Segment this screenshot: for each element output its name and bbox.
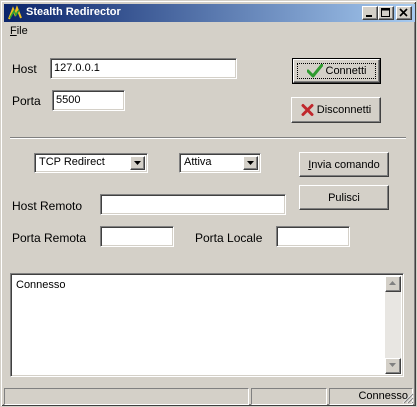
resize-grip-icon[interactable] bbox=[402, 392, 414, 404]
separator bbox=[10, 137, 406, 139]
mode-select-dropdown-button[interactable] bbox=[130, 156, 145, 170]
mode-select[interactable]: TCP Redirect bbox=[34, 153, 148, 173]
close-icon bbox=[399, 8, 408, 17]
status-bar: Connesso bbox=[4, 386, 415, 405]
connect-label: Connetti bbox=[325, 64, 367, 77]
maximize-icon bbox=[381, 8, 390, 17]
connect-button-content: Connetti bbox=[294, 63, 379, 78]
remote-host-field[interactable] bbox=[100, 194, 286, 215]
send-command-button[interactable]: Invia comando bbox=[299, 152, 389, 177]
local-port-label: Porta Locale bbox=[195, 231, 263, 245]
scroll-up-button[interactable] bbox=[385, 276, 401, 292]
status-panel-1 bbox=[4, 388, 249, 405]
checkmark-icon bbox=[306, 63, 323, 78]
mode-select-value: TCP Redirect bbox=[39, 156, 105, 168]
arrow-up-icon bbox=[389, 281, 396, 285]
chevron-down-icon bbox=[247, 161, 254, 165]
menu-bar: File bbox=[4, 23, 415, 40]
clear-label: Pulisci bbox=[328, 191, 360, 204]
log-textarea[interactable]: Connesso bbox=[10, 273, 404, 377]
host-label: Host bbox=[12, 62, 37, 76]
close-button[interactable] bbox=[396, 6, 412, 20]
remote-port-label: Porta Remota bbox=[12, 231, 87, 245]
window-title: Stealth Redirector bbox=[26, 6, 121, 18]
clear-button[interactable]: Pulisci bbox=[299, 185, 389, 210]
local-port-field[interactable] bbox=[276, 226, 350, 247]
host-field[interactable]: 127.0.0.1 bbox=[50, 58, 237, 79]
app-icon bbox=[8, 5, 22, 20]
port-field[interactable]: 5500 bbox=[52, 90, 125, 111]
scroll-down-button[interactable] bbox=[385, 358, 401, 374]
disconnect-button-content: Disconnetti bbox=[292, 104, 380, 117]
disconnect-button[interactable]: Disconnetti bbox=[291, 97, 381, 123]
main-window: Stealth Redirector File Host 127.0.0.1 P… bbox=[0, 0, 417, 407]
connect-button[interactable]: Connetti bbox=[292, 58, 381, 84]
remote-host-label: Host Remoto bbox=[12, 199, 83, 213]
log-scrollbar[interactable] bbox=[385, 276, 401, 374]
maximize-button[interactable] bbox=[378, 6, 394, 20]
chevron-down-icon bbox=[134, 161, 141, 165]
minimize-button[interactable] bbox=[362, 6, 378, 20]
state-select[interactable]: Attiva bbox=[179, 153, 261, 173]
disconnect-label: Disconnetti bbox=[316, 103, 372, 116]
minimize-icon bbox=[366, 15, 372, 17]
port-label: Porta bbox=[12, 94, 41, 108]
remote-port-field[interactable] bbox=[100, 226, 174, 247]
arrow-down-icon bbox=[389, 363, 396, 367]
title-bar[interactable]: Stealth Redirector bbox=[4, 4, 415, 22]
status-panel-2 bbox=[251, 388, 327, 405]
log-text: Connesso bbox=[16, 279, 66, 291]
x-icon bbox=[301, 104, 314, 116]
state-select-dropdown-button[interactable] bbox=[243, 156, 258, 170]
menu-file[interactable]: File bbox=[10, 25, 28, 37]
send-command-label: Invia comando bbox=[308, 158, 380, 171]
state-select-value: Attiva bbox=[184, 156, 212, 168]
status-panel-connection: Connesso bbox=[329, 388, 413, 405]
